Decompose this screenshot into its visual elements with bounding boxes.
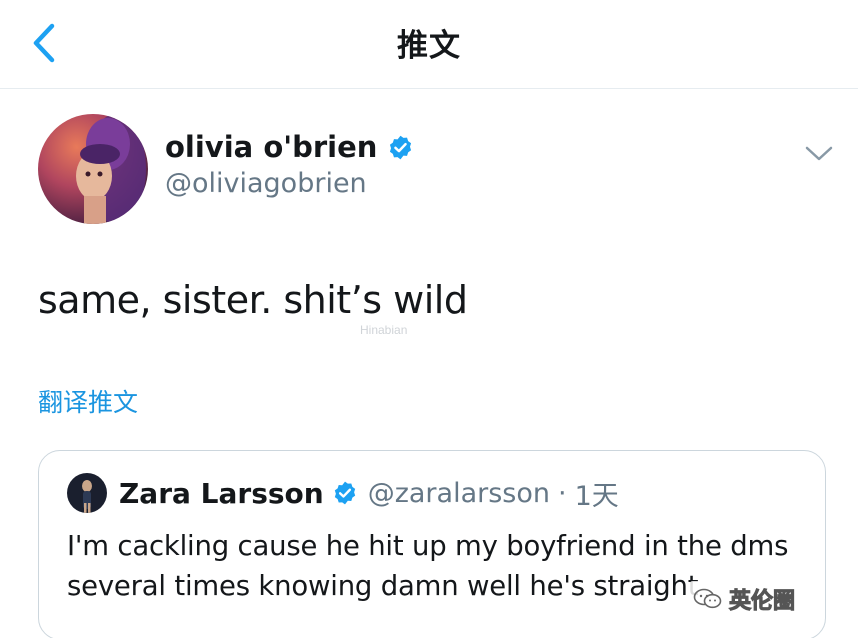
watermark-badge: 英伦圈: [688, 581, 799, 617]
quoted-author-avatar: [67, 473, 107, 513]
quoted-tweet-card[interactable]: Zara Larsson @zaralarsson · 1天 I'm cackl…: [38, 450, 826, 638]
tweet-detail-screen: 推文 olivia o'brien @oliviagobrien same, s…: [0, 0, 858, 638]
quoted-author-handle: @zaralarsson: [367, 477, 550, 509]
author-handle[interactable]: @oliviagobrien: [165, 168, 367, 199]
translate-tweet-link[interactable]: 翻译推文: [38, 383, 138, 419]
navigation-bar: 推文: [0, 0, 858, 89]
wechat-icon: [693, 588, 722, 609]
quoted-tweet-time: 1天: [574, 480, 619, 512]
separator-dot: ·: [557, 477, 567, 509]
quoted-author-name: Zara Larsson: [119, 476, 324, 510]
watermark-text: Hinabian: [360, 323, 408, 337]
avatar-image: [38, 114, 148, 224]
watermark-label: 英伦圈: [728, 589, 795, 615]
quoted-avatar-image: [67, 473, 107, 513]
page-title: 推文: [397, 28, 461, 64]
quoted-verified-badge-icon: [332, 480, 358, 506]
tweet-text: same, sister. shit’s wild: [38, 278, 468, 322]
author-name-row: olivia o'brien: [165, 127, 414, 167]
verified-badge-icon: [387, 134, 414, 161]
author-avatar[interactable]: [38, 114, 148, 224]
tweet-menu-button[interactable]: [800, 138, 838, 168]
chevron-down-icon: [805, 146, 833, 161]
quoted-tweet-header: Zara Larsson @zaralarsson · 1天: [119, 471, 619, 515]
author-display-name[interactable]: olivia o'brien: [165, 130, 377, 164]
